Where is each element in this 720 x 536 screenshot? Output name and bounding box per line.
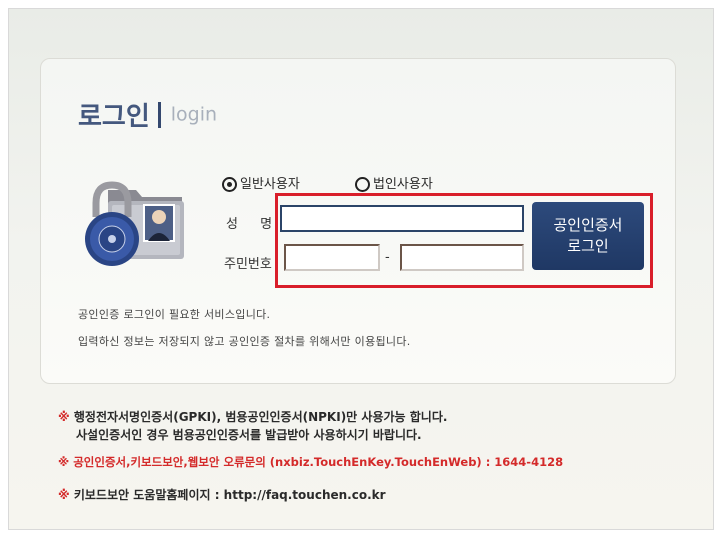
title-korean: 로그인 xyxy=(78,102,150,132)
cert-notice-line1: 행정전자서명인증서(GPKI), 범용공인인증서(NPKI)만 사용가능 합니다… xyxy=(73,410,448,424)
info-privacy-text: 입력하신 정보는 저장되지 않고 공인인증 절차를 위해서만 이용됩니다. xyxy=(78,335,411,348)
resident-number-label: 주민번호 xyxy=(224,257,272,272)
radio-corporate-user[interactable]: 법인사용자 xyxy=(355,173,433,192)
info-required-text: 공인인증 로그인이 필요한 서비스입니다. xyxy=(78,308,271,321)
radio-unselected-icon xyxy=(355,177,370,192)
padlock-folder-icon xyxy=(85,181,184,266)
notice-bullet: ※ xyxy=(58,455,70,469)
radio-individual-user[interactable]: 일반사용자 xyxy=(222,173,300,192)
highlight-box xyxy=(275,193,653,288)
support-notice: ※ 공인인증서,키보드보안,웹보안 오류문의 (nxbiz.TouchEnKey… xyxy=(58,454,563,470)
title-english: login xyxy=(170,103,218,126)
cert-notice: ※ 행정전자서명인증서(GPKI), 범용공인인증서(NPKI)만 사용가능 합… xyxy=(58,408,447,425)
notice-bullet: ※ xyxy=(58,488,70,502)
keyboard-help-notice: ※ 키보드보안 도움말홈페이지 : http://faq.touchen.co.… xyxy=(58,486,386,503)
title-divider xyxy=(157,101,161,128)
keyboard-help-text[interactable]: 키보드보안 도움말홈페이지 : http://faq.touchen.co.kr xyxy=(74,488,386,502)
support-notice-text: 공인인증서,키보드보안,웹보안 오류문의 (nxbiz.TouchEnKey.T… xyxy=(73,455,564,469)
radio-corporate-label: 법인사용자 xyxy=(373,177,433,192)
notice-bullet: ※ xyxy=(58,410,70,424)
radio-selected-icon xyxy=(222,177,237,192)
radio-individual-label: 일반사용자 xyxy=(240,177,300,192)
name-label: 성 명 xyxy=(226,217,282,232)
page-title: 로그인 login xyxy=(78,96,218,132)
cert-notice-line2: 사설인증서인 경우 범용공인인증서를 발급받아 사용하시기 바랍니다. xyxy=(76,428,422,442)
